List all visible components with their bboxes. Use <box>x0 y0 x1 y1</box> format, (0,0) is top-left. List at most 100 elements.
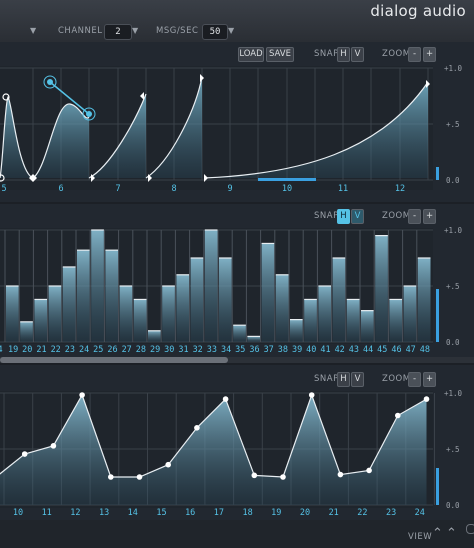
scale-label: 0.0 <box>446 176 460 185</box>
envelope-node[interactable] <box>79 392 85 398</box>
step-number: 16 <box>185 508 195 518</box>
envelope-node[interactable] <box>21 451 28 457</box>
envelope-node[interactable] <box>222 396 229 402</box>
step-number: 25 <box>93 345 103 355</box>
step-number: 11 <box>338 184 348 194</box>
envelope-node[interactable] <box>194 425 200 431</box>
step-bar[interactable] <box>91 230 104 342</box>
step-number: 30 <box>164 345 174 355</box>
envelope-node[interactable] <box>366 467 372 474</box>
step-number: 22 <box>357 508 367 518</box>
step-number: 31 <box>178 345 188 355</box>
step-number: 29 <box>150 345 160 355</box>
step-number: 28 <box>136 345 146 355</box>
step-number: 47 <box>406 345 416 355</box>
scale-label: +.5 <box>446 120 460 129</box>
step-number: 23 <box>65 345 75 355</box>
envelope-panel-3: SNAP H V ZOOM - + +1.0 +.5 0.0 10 11 12 13 1… <box>0 365 474 520</box>
step-number: 32 <box>193 345 203 355</box>
step-bar[interactable] <box>190 258 204 342</box>
envelope-node[interactable] <box>337 471 344 478</box>
step-number: 10 <box>13 508 23 518</box>
step-number: 10 <box>282 184 292 194</box>
envelope-graph-1[interactable]: +1.0 +.5 0.0 5 6 7 8 9 10 11 12 <box>0 42 474 202</box>
step-number: 26 <box>107 345 117 355</box>
msg-sec-select[interactable]: 50 <box>202 24 228 40</box>
step-number: 45 <box>377 345 387 355</box>
envelope-node[interactable] <box>136 474 143 480</box>
envelope-node[interactable] <box>395 412 401 419</box>
resize-handle-icon[interactable] <box>466 524 474 534</box>
step-bar[interactable] <box>62 266 76 342</box>
step-bar[interactable] <box>375 235 388 342</box>
channel-label: CHANNEL <box>58 26 103 36</box>
envelope-node[interactable] <box>50 443 57 449</box>
step-bar[interactable] <box>48 286 62 342</box>
step-bar[interactable] <box>304 299 317 342</box>
step-bar[interactable] <box>403 286 417 342</box>
step-number: 7 <box>115 184 120 194</box>
footer-bar: VIEW ⌃ ⌃ <box>0 520 474 548</box>
step-bar[interactable] <box>148 330 161 342</box>
view-collapse-icon[interactable]: ⌃ <box>446 526 457 541</box>
step-bar[interactable] <box>162 286 175 342</box>
step-number: 48 <box>420 345 430 355</box>
step-bar[interactable] <box>346 299 360 342</box>
dropdown-arrow-icon[interactable]: ▼ <box>30 26 36 35</box>
scale-label: 0.0 <box>446 338 460 347</box>
step-number: 12 <box>70 508 80 518</box>
step-bar[interactable] <box>204 230 218 342</box>
envelope-node[interactable] <box>251 472 258 479</box>
step-number: 21 <box>36 345 46 355</box>
scale-label: +.5 <box>446 282 460 291</box>
step-number: 37 <box>264 345 274 355</box>
step-number: 24 <box>79 345 89 355</box>
chevron-down-icon[interactable]: ▼ <box>132 26 138 35</box>
msg-sec-label: MSG/SEC <box>156 26 199 36</box>
view-expand-icon[interactable]: ⌃ <box>432 526 443 541</box>
step-bar[interactable] <box>105 250 119 342</box>
step-bar[interactable] <box>6 286 19 342</box>
envelope-node[interactable] <box>165 461 171 468</box>
step-bar[interactable] <box>247 336 261 342</box>
step-bar[interactable] <box>219 258 232 342</box>
brand-logo: dialog audio <box>370 2 466 20</box>
step-bar[interactable] <box>332 258 346 342</box>
step-bar[interactable] <box>133 299 147 342</box>
step-bar[interactable] <box>417 258 431 342</box>
step-bar[interactable] <box>34 299 48 342</box>
step-bar[interactable] <box>361 310 374 342</box>
linear-envelope-graph[interactable]: +1.0 +.5 0.0 10 11 12 13 14 15 16 17 18 19 20 21 22 2… <box>0 365 474 520</box>
chevron-down-icon[interactable]: ▼ <box>228 26 234 35</box>
step-bar[interactable] <box>176 274 190 342</box>
step-number: 24 <box>415 508 425 518</box>
step-sequencer-panel: SNAP H V ZOOM - + +1.0 +.5 0.0 4 1920212… <box>0 204 474 357</box>
step-number: 11 <box>42 508 52 518</box>
step-bar[interactable] <box>261 243 275 342</box>
step-number: 38 <box>278 345 288 355</box>
step-bar[interactable] <box>77 250 90 342</box>
channel-select[interactable]: 2 <box>104 24 132 40</box>
step-number: 14 <box>128 508 138 518</box>
horizontal-scrollbar[interactable] <box>0 357 474 363</box>
step-number: 33 <box>207 345 217 355</box>
view-label: VIEW <box>408 532 433 542</box>
scale-label: +1.0 <box>444 64 463 73</box>
step-number: 23 <box>386 508 396 518</box>
step-bar[interactable] <box>389 299 403 342</box>
envelope-node[interactable] <box>108 474 114 480</box>
envelope-node[interactable] <box>423 396 430 402</box>
scrollbar-thumb[interactable] <box>0 357 228 363</box>
step-bar[interactable] <box>20 321 33 342</box>
step-bar[interactable] <box>119 286 133 342</box>
loop-region[interactable] <box>258 178 316 181</box>
envelope-node[interactable] <box>280 474 286 480</box>
step-bar[interactable] <box>233 325 246 342</box>
step-bar[interactable] <box>275 274 289 342</box>
step-bar[interactable] <box>290 319 303 342</box>
envelope-node[interactable] <box>308 392 315 398</box>
step-number: 18 <box>242 508 252 518</box>
step-bars-graph[interactable]: +1.0 +.5 0.0 4 19 20 21 22 23 24 25 26 27 28 29 30 3… <box>0 204 474 357</box>
step-bar[interactable] <box>318 286 332 342</box>
step-number: 40 <box>306 345 316 355</box>
